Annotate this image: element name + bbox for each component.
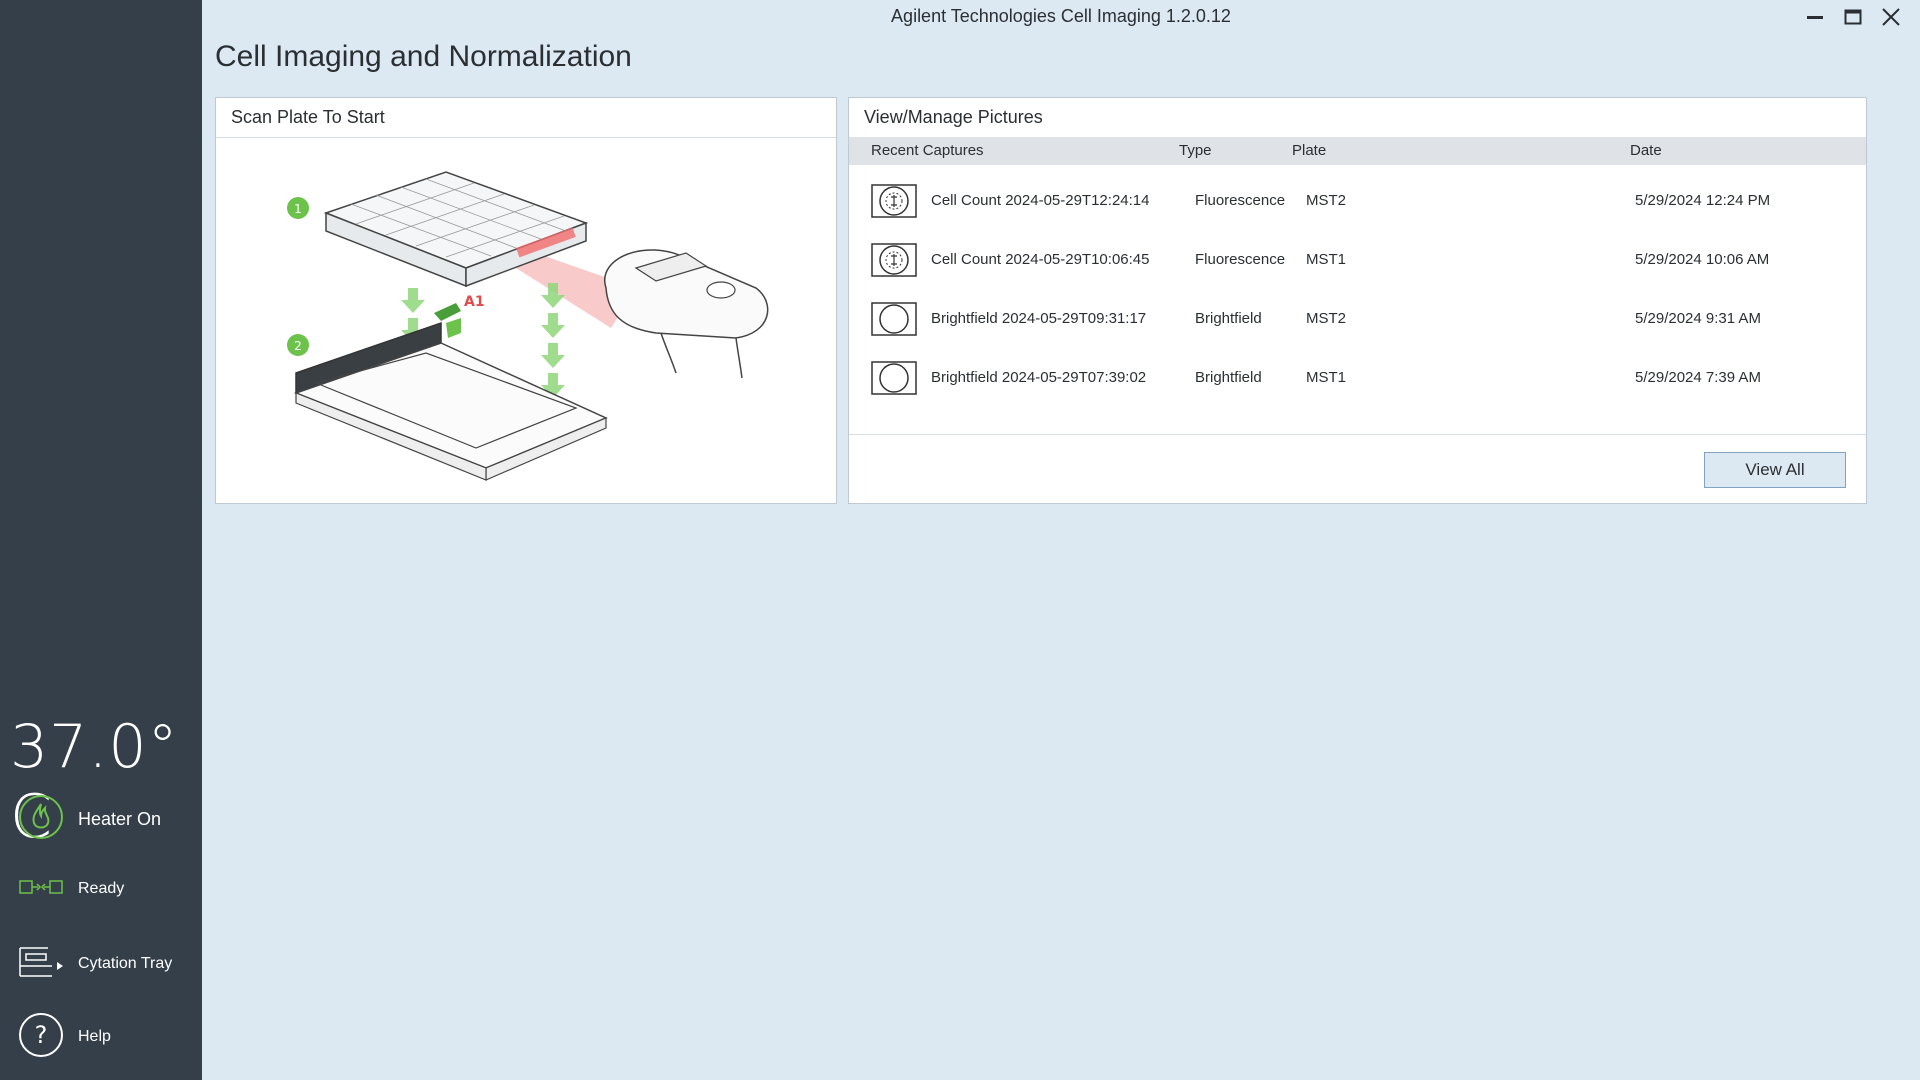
- flame-icon: [18, 794, 64, 845]
- view-all-button[interactable]: View All: [1704, 452, 1846, 488]
- col-type[interactable]: Type: [1179, 142, 1212, 159]
- close-icon[interactable]: [1880, 6, 1902, 28]
- capture-date: 5/29/2024 9:31 AM: [1635, 310, 1761, 327]
- col-plate[interactable]: Plate: [1292, 142, 1326, 159]
- help-label: Help: [78, 1028, 111, 1045]
- capture-plate: MST2: [1306, 192, 1347, 209]
- capture-plate: MST1: [1306, 369, 1347, 386]
- capture-plate: MST2: [1306, 310, 1347, 327]
- fluorescence-icon: [871, 184, 917, 222]
- capture-plate: MST1: [1306, 251, 1347, 268]
- svg-text:?: ?: [35, 1021, 48, 1049]
- table-row[interactable]: Brightfield 2024-05-29T07:39:02 Brightfi…: [849, 349, 1866, 408]
- scan-plate-panel[interactable]: Scan Plate To Start 1 2 A1: [215, 97, 837, 504]
- capture-name: Cell Count 2024-05-29T10:06:45: [931, 251, 1150, 268]
- tray-icon: [18, 944, 64, 984]
- capture-name: Brightfield 2024-05-29T07:39:02: [931, 369, 1147, 386]
- tray-label: Cytation Tray: [78, 955, 173, 972]
- scan-panel-title: Scan Plate To Start: [216, 98, 836, 138]
- table-row[interactable]: Brightfield 2024-05-29T09:31:17 Brightfi…: [849, 290, 1866, 349]
- connection-status[interactable]: Ready: [18, 877, 124, 901]
- page-title: Cell Imaging and Normalization: [215, 40, 632, 73]
- pictures-panel-title: View/Manage Pictures: [849, 98, 1866, 138]
- col-recent-captures[interactable]: Recent Captures: [871, 142, 984, 159]
- capture-type: Brightfield: [1195, 310, 1262, 327]
- heater-status[interactable]: Heater On: [18, 794, 161, 845]
- col-date[interactable]: Date: [1630, 142, 1662, 159]
- capture-type: Fluorescence: [1195, 251, 1286, 268]
- capture-type: Brightfield: [1195, 369, 1262, 386]
- minimize-icon[interactable]: [1804, 6, 1826, 28]
- capture-type: Fluorescence: [1195, 192, 1286, 209]
- sidebar: 37.0° C Heater On Ready Cytation Tray ? …: [0, 0, 202, 1080]
- view-manage-pictures-panel: View/Manage Pictures Recent Captures Typ…: [848, 97, 1867, 504]
- capture-date: 5/29/2024 10:06 AM: [1635, 251, 1770, 268]
- table-row[interactable]: Cell Count 2024-05-29T12:24:14 Fluoresce…: [849, 172, 1866, 231]
- capture-name: Cell Count 2024-05-29T12:24:14: [931, 192, 1150, 209]
- capture-name: Brightfield 2024-05-29T09:31:17: [931, 310, 1147, 327]
- capture-date: 5/29/2024 12:24 PM: [1635, 192, 1771, 209]
- brightfield-icon: [871, 361, 917, 399]
- divider: [849, 434, 1866, 435]
- heater-label: Heater On: [78, 809, 162, 829]
- step-1-text: 1: [294, 202, 302, 216]
- plate-scan-illustration: 1 2 A1: [287, 171, 769, 481]
- main-area: Agilent Technologies Cell Imaging 1.2.0.…: [202, 0, 1920, 1080]
- capture-date: 5/29/2024 7:39 AM: [1635, 369, 1761, 386]
- captures-table-header: Recent Captures Type Plate Date: [849, 137, 1866, 165]
- fluorescence-icon: [871, 243, 917, 281]
- ready-label: Ready: [78, 880, 125, 897]
- table-row[interactable]: Cell Count 2024-05-29T10:06:45 Fluoresce…: [849, 231, 1866, 290]
- help-button[interactable]: ? Help: [18, 1012, 111, 1062]
- brightfield-icon: [871, 302, 917, 340]
- step-2-text: 2: [294, 339, 302, 353]
- help-icon: ?: [18, 1012, 64, 1062]
- connection-icon: [18, 877, 64, 901]
- well-a1-label: A1: [464, 294, 485, 310]
- maximize-icon[interactable]: [1842, 6, 1864, 28]
- window-controls: [1804, 6, 1902, 28]
- window-title: Agilent Technologies Cell Imaging 1.2.0.…: [891, 6, 1231, 26]
- cytation-tray-button[interactable]: Cytation Tray: [18, 944, 172, 984]
